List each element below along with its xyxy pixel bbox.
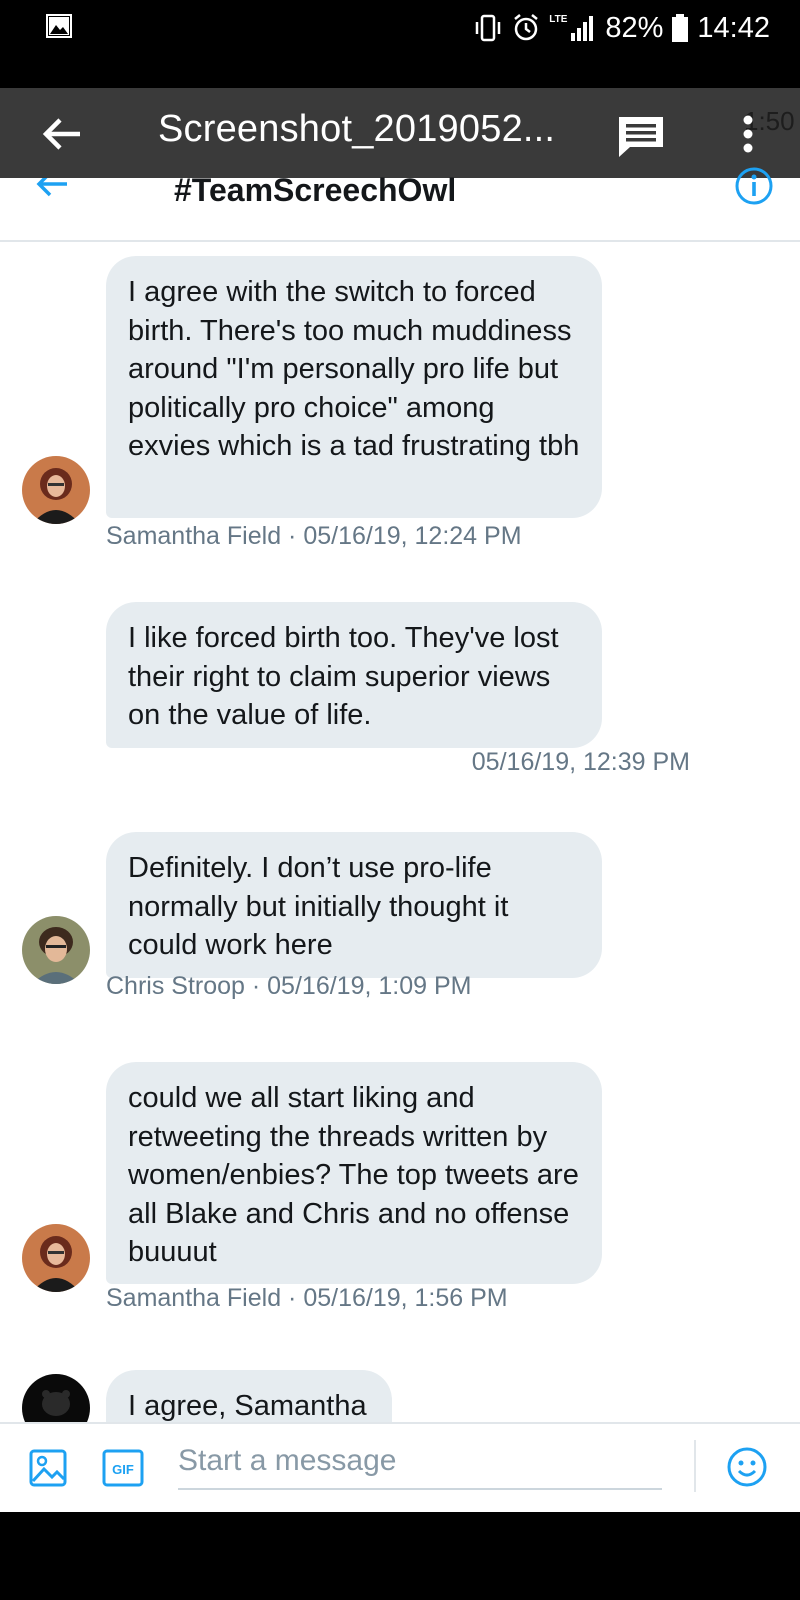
message-bubble[interactable]: I agree, Samantha: [106, 1370, 392, 1422]
message-bubble[interactable]: could we all start liking and retweeting…: [106, 1062, 602, 1284]
battery-percent: 82%: [605, 11, 664, 44]
message-list: I agree with the switch to forced birth.…: [0, 242, 800, 1422]
vibrate-icon: [475, 14, 501, 42]
gif-icon[interactable]: GIF: [102, 1448, 144, 1488]
battery-icon: [672, 14, 689, 42]
avatar-chris[interactable]: [22, 916, 90, 984]
conversation-title: #TeamScreechOwl: [174, 172, 457, 208]
message-bubble[interactable]: Definitely. I don’t use pro-life normall…: [106, 832, 602, 978]
emoji-icon[interactable]: [726, 1446, 768, 1488]
message-bubble[interactable]: I like forced birth too. They've lost th…: [106, 602, 602, 748]
info-icon[interactable]: [734, 166, 774, 206]
gif-frame: GIF: [102, 1449, 144, 1487]
signal-icon: [571, 16, 594, 41]
alarm-icon: [514, 14, 538, 41]
avatar-image: [22, 1374, 90, 1422]
screen: LTE 82% 14:42 1:50 Screenshot_2019052...: [0, 0, 800, 1600]
message-meta: Chris Stroop · 05/16/19, 1:09 PM: [106, 972, 472, 1000]
navigation-bar: [0, 1512, 800, 1600]
message-bubble[interactable]: I agree with the switch to forced birth.…: [106, 256, 602, 518]
message-meta: 05/16/19, 12:39 PM: [471, 748, 690, 776]
avatar-image: [22, 916, 90, 984]
back-arrow-icon[interactable]: [40, 112, 84, 156]
avatar-bear[interactable]: [22, 1374, 90, 1422]
conversation-header: #TeamScreechOwl: [0, 167, 800, 242]
viewer-toolbar: 1:50 Screenshot_2019052...: [0, 88, 800, 178]
avatar-image: [22, 456, 90, 524]
clock: 14:42: [697, 11, 770, 44]
gallery-icon: [46, 14, 72, 38]
avatar-samantha[interactable]: [22, 1224, 90, 1292]
file-title: Screenshot_2019052...: [158, 108, 556, 150]
comment-icon[interactable]: [616, 114, 666, 160]
avatar-samantha[interactable]: [22, 456, 90, 524]
avatar-image: [22, 1224, 90, 1292]
gif-label: GIF: [112, 1462, 134, 1477]
composer-divider: [694, 1440, 696, 1492]
status-icons: LTE 82% 14:42: [473, 8, 770, 48]
message-meta: Samantha Field · 05/16/19, 1:56 PM: [106, 1284, 508, 1312]
image-icon[interactable]: [28, 1448, 68, 1488]
more-vert-icon[interactable]: [738, 112, 758, 156]
message-composer: GIF: [0, 1422, 800, 1512]
message-input[interactable]: [178, 1434, 662, 1490]
conversation-back-icon[interactable]: [36, 178, 70, 208]
message-meta: Samantha Field · 05/16/19, 12:24 PM: [106, 522, 522, 550]
network-type: LTE: [549, 13, 568, 25]
status-bar: LTE 82% 14:42: [0, 0, 800, 56]
